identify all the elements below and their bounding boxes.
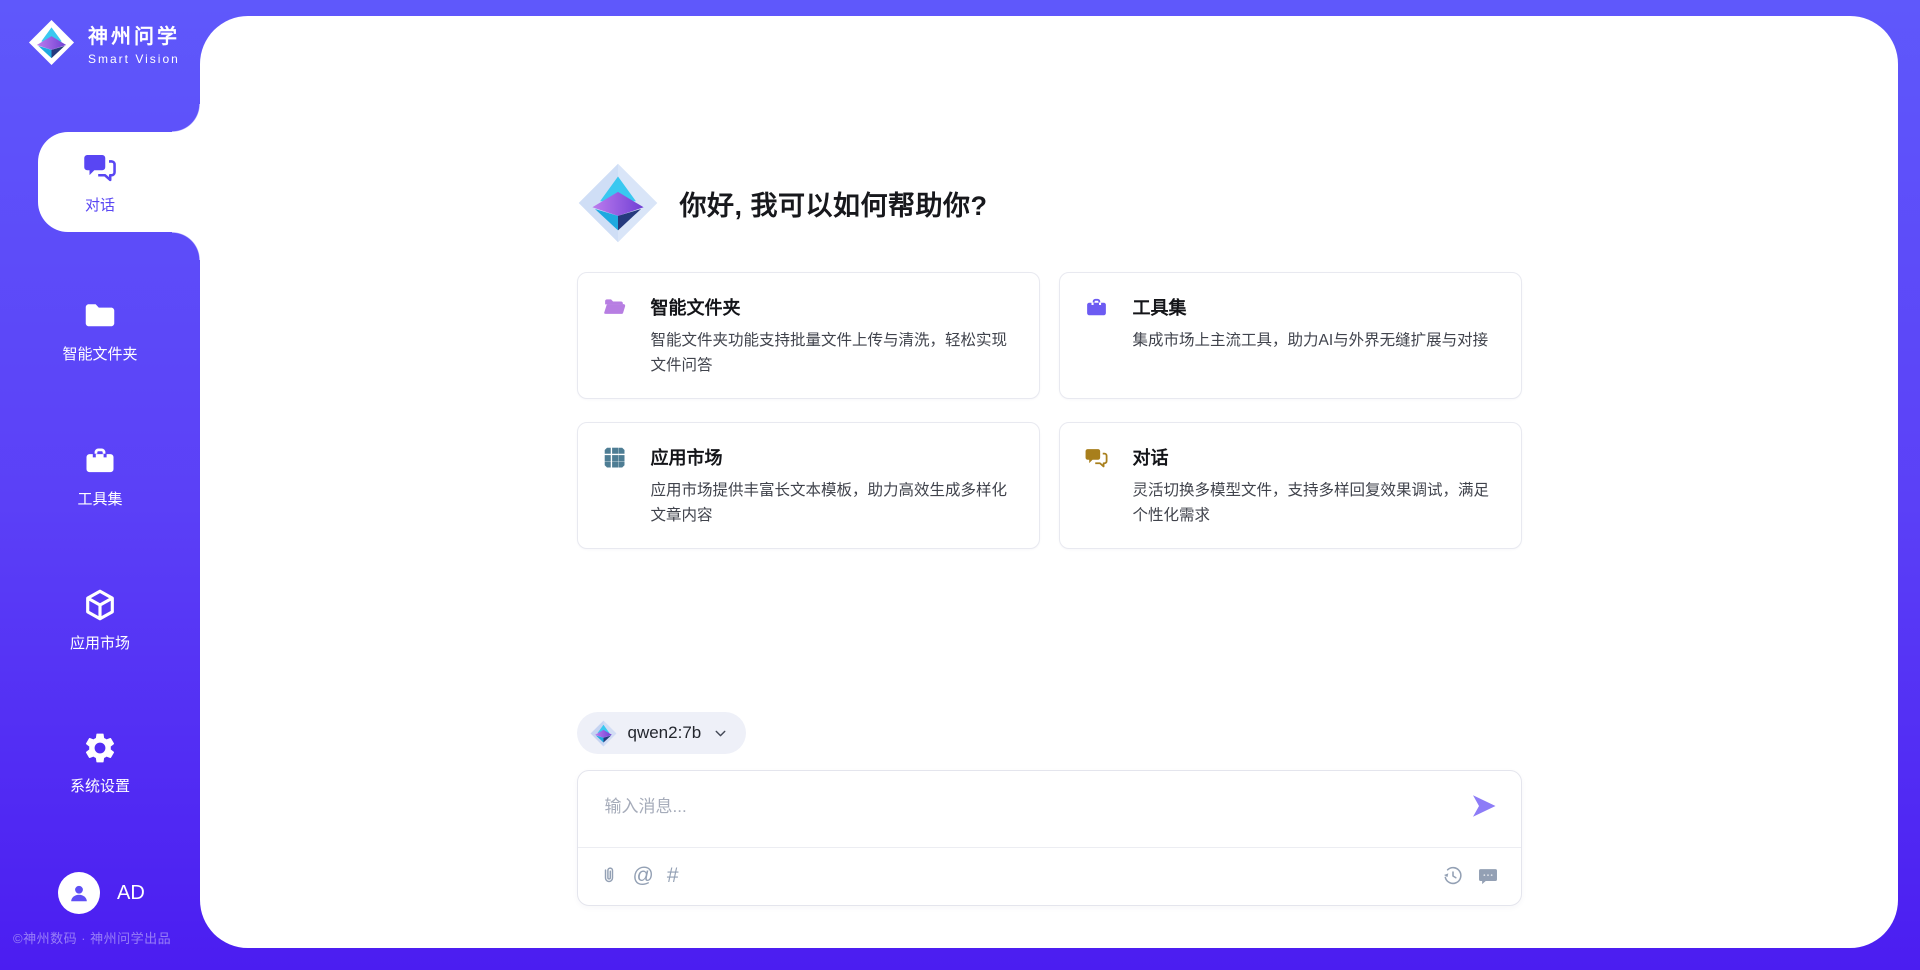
tab-curve-top: [172, 104, 200, 132]
sidebar-item-toolset[interactable]: 工具集: [0, 426, 200, 526]
folder-icon: [82, 298, 118, 334]
brand-logo: 神州问学 Smart Vision: [28, 19, 180, 66]
composer-area: qwen2:7b @ #: [577, 712, 1522, 906]
brand-name: 神州问学: [88, 20, 180, 49]
send-arrow-icon: [1469, 791, 1499, 821]
sidebar-item-label: 应用市场: [70, 632, 130, 653]
card-description: 灵活切换多模型文件，支持多样回复效果调试，满足个性化需求: [1133, 479, 1497, 529]
sidebar-item-label: 对话: [85, 194, 115, 215]
diamond-logo-icon: [28, 19, 75, 66]
feature-card-smart-folder[interactable]: 智能文件夹 智能文件夹功能支持批量文件上传与清洗，轻松实现文件问答: [577, 272, 1040, 399]
diamond-logo-icon: [577, 162, 659, 244]
chat-bubbles-icon: [1084, 445, 1109, 470]
composer-toolbar: @ #: [578, 846, 1521, 905]
main-content: 你好, 我可以如何帮助你? 智能文件夹 智能文件夹功能支持批量文件上传与清洗，轻…: [577, 16, 1522, 948]
feature-card-toolset[interactable]: 工具集 集成市场上主流工具，助力AI与外界无缝扩展与对接: [1059, 272, 1522, 399]
user-profile[interactable]: AD: [58, 872, 145, 914]
toolbox-icon: [1084, 295, 1109, 320]
mention-button[interactable]: @: [633, 865, 654, 886]
sidebar-item-smart-folder[interactable]: 智能文件夹: [0, 281, 200, 381]
user-avatar-icon: [58, 872, 100, 914]
card-title: 应用市场: [651, 444, 723, 470]
card-description: 集成市场上主流工具，助力AI与外界无缝扩展与对接: [1133, 329, 1497, 354]
send-button[interactable]: [1469, 791, 1499, 821]
gear-icon: [82, 730, 118, 766]
sidebar-item-label: 系统设置: [70, 775, 130, 796]
hash-icon: #: [667, 865, 679, 886]
chat-square-icon: [1477, 865, 1499, 887]
diamond-logo-icon: [590, 720, 617, 747]
history-icon: [1442, 865, 1464, 887]
sidebar-item-app-market[interactable]: 应用市场: [0, 570, 200, 670]
sidebar-item-label: 工具集: [77, 488, 122, 509]
brand-subtitle: Smart Vision: [88, 52, 180, 66]
paperclip-icon: [598, 865, 620, 887]
model-name: qwen2:7b: [628, 723, 702, 743]
card-description: 应用市场提供丰富长文本模板，助力高效生成多样化文章内容: [651, 479, 1015, 529]
grid-blocks-icon: [602, 445, 627, 470]
attach-button[interactable]: [598, 865, 620, 887]
topic-button[interactable]: #: [667, 865, 679, 886]
feature-card-app-market[interactable]: 应用市场 应用市场提供丰富长文本模板，助力高效生成多样化文章内容: [577, 422, 1040, 549]
history-button[interactable]: [1442, 865, 1464, 887]
tab-curve-bottom: [172, 232, 200, 260]
main-panel: 你好, 我可以如何帮助你? 智能文件夹 智能文件夹功能支持批量文件上传与清洗，轻…: [200, 16, 1898, 948]
chat-bubbles-icon: [82, 149, 118, 185]
cube-icon: [82, 587, 118, 623]
model-selector[interactable]: qwen2:7b: [577, 712, 747, 754]
sidebar: 神州问学 Smart Vision 对话 智能文件夹 工具集 应用市场 系统设置: [0, 0, 200, 970]
copyright-text: ©神州数码 · 神州问学出品: [13, 928, 171, 947]
card-title: 对话: [1133, 444, 1169, 470]
greeting: 你好, 我可以如何帮助你?: [577, 162, 1522, 244]
message-input[interactable]: [578, 771, 1451, 845]
card-description: 智能文件夹功能支持批量文件上传与清洗，轻松实现文件问答: [651, 329, 1015, 379]
greeting-title: 你好, 我可以如何帮助你?: [680, 184, 988, 223]
sidebar-item-label: 智能文件夹: [62, 343, 137, 364]
brand-text: 神州问学 Smart Vision: [88, 20, 180, 66]
feedback-button[interactable]: [1477, 865, 1499, 887]
card-title: 智能文件夹: [651, 294, 741, 320]
sidebar-item-chat[interactable]: 对话: [0, 132, 200, 232]
card-title: 工具集: [1133, 294, 1187, 320]
chevron-down-icon: [712, 725, 729, 742]
at-icon: @: [633, 865, 654, 886]
user-name: AD: [117, 882, 145, 905]
toolbox-icon: [82, 443, 118, 479]
message-composer: @ #: [577, 770, 1522, 906]
sidebar-item-settings[interactable]: 系统设置: [0, 713, 200, 813]
feature-cards: 智能文件夹 智能文件夹功能支持批量文件上传与清洗，轻松实现文件问答 工具集 集成…: [577, 272, 1522, 549]
folder-open-icon: [602, 295, 627, 320]
feature-card-chat[interactable]: 对话 灵活切换多模型文件，支持多样回复效果调试，满足个性化需求: [1059, 422, 1522, 549]
